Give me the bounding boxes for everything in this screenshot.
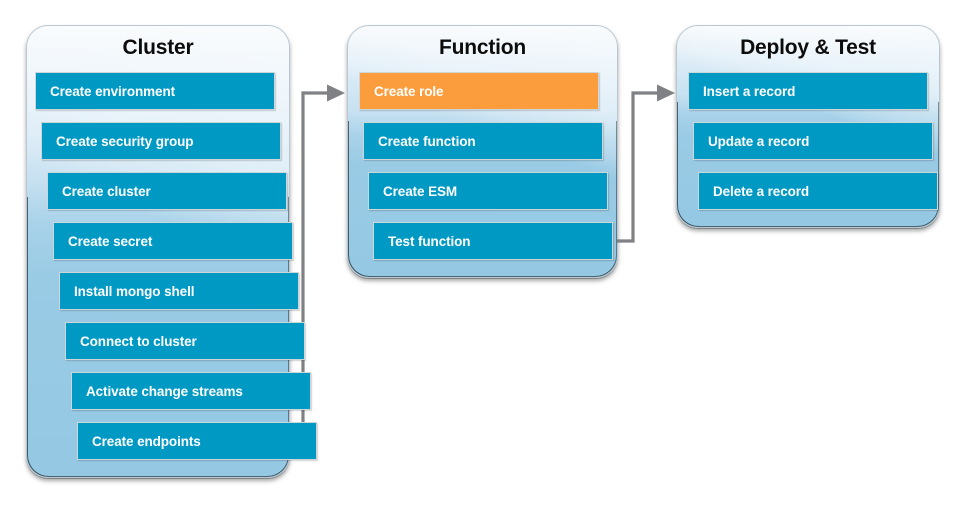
- step-label: Insert a record: [703, 83, 796, 99]
- panel-title-deploy-and-test: Deploy & Test: [740, 36, 876, 59]
- step-label: Delete a record: [713, 183, 810, 199]
- step-activate-change-streams[interactable]: Activate change streams: [71, 372, 311, 410]
- panel-title-cluster: Cluster: [122, 36, 194, 59]
- step-label: Create function: [378, 133, 476, 149]
- step-label: Create role: [374, 83, 444, 99]
- step-label: Install mongo shell: [74, 283, 195, 299]
- panel-title-function: Function: [438, 36, 527, 59]
- step-connect-to-cluster[interactable]: Connect to cluster: [65, 322, 305, 360]
- step-create-role[interactable]: Create role: [359, 72, 599, 110]
- step-label: Create cluster: [62, 183, 151, 199]
- step-label: Connect to cluster: [80, 333, 197, 349]
- step-create-security-group[interactable]: Create security group: [41, 122, 281, 160]
- step-label: Update a record: [708, 133, 810, 149]
- step-create-secret[interactable]: Create secret: [53, 222, 293, 260]
- step-update-a-record[interactable]: Update a record: [693, 122, 933, 160]
- step-create-environment[interactable]: Create environment: [35, 72, 275, 110]
- step-label: Create secret: [68, 233, 153, 249]
- step-test-function[interactable]: Test function: [373, 222, 613, 260]
- step-label: Test function: [388, 233, 471, 249]
- step-create-function[interactable]: Create function: [363, 122, 603, 160]
- step-label: Activate change streams: [86, 383, 243, 399]
- step-insert-a-record[interactable]: Insert a record: [688, 72, 928, 110]
- step-delete-a-record[interactable]: Delete a record: [698, 172, 938, 210]
- step-create-esm[interactable]: Create ESM: [368, 172, 608, 210]
- connector-function-to-deploy: [617, 84, 675, 243]
- step-install-mongo-shell[interactable]: Install mongo shell: [59, 272, 299, 310]
- step-label: Create environment: [50, 83, 175, 99]
- step-label: Create ESM: [383, 183, 458, 199]
- diagram-canvas: Cluster Create environment Create securi…: [0, 0, 965, 505]
- step-label: Create security group: [56, 133, 194, 149]
- step-create-endpoints[interactable]: Create endpoints: [77, 422, 317, 460]
- step-create-cluster[interactable]: Create cluster: [47, 172, 287, 210]
- step-label: Create endpoints: [92, 433, 201, 449]
